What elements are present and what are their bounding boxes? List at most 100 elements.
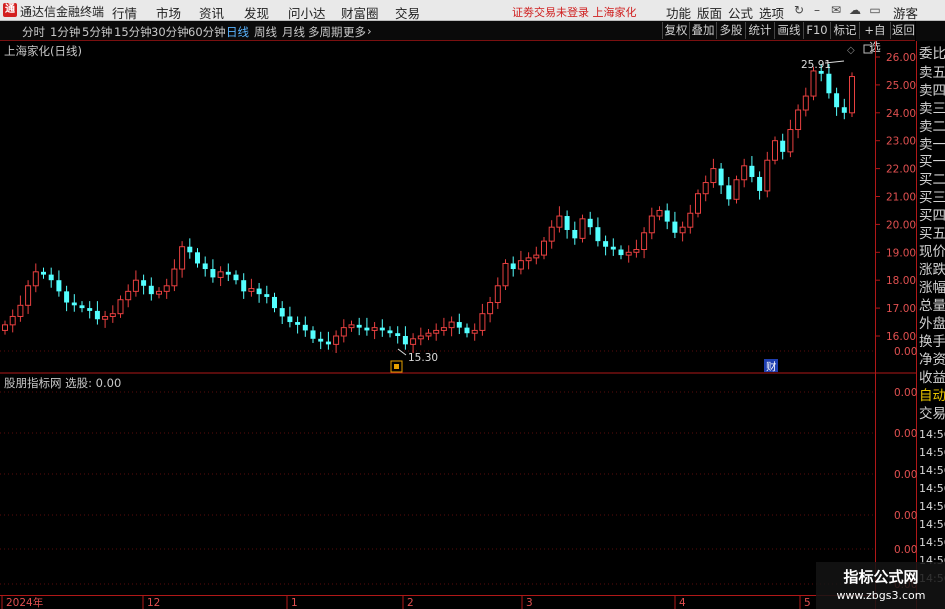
menu-zixun[interactable]: 资讯 (199, 3, 224, 22)
trade-time: 14:56 (919, 500, 945, 513)
menu-hangqing[interactable]: 行情 (112, 3, 137, 22)
biaoji-button[interactable]: 标记 (830, 22, 859, 39)
candle-body-down (818, 70, 824, 74)
candle-body-down (272, 296, 277, 309)
add-watchlist-button[interactable]: +自选 (859, 22, 890, 54)
candle-body-down (564, 216, 570, 230)
candle-body-up (125, 290, 132, 301)
cai-badge-text: 财 (766, 360, 777, 373)
period-60min[interactable]: 60分钟 (188, 24, 226, 40)
period-multi[interactable]: 多周期 (308, 24, 343, 40)
candle-body-down (672, 221, 678, 233)
candle-body-up (641, 232, 648, 251)
menu-wenxiaoda[interactable]: 问小达 (288, 3, 326, 22)
period-fenshi[interactable]: 分时 (22, 24, 45, 40)
candle-body-up (156, 290, 162, 295)
auto-trade-tab[interactable]: 自动 (919, 387, 945, 406)
candle-body-up (695, 193, 701, 214)
diamond-icon[interactable]: ◇ (847, 45, 855, 56)
candle-body-down (664, 210, 670, 222)
quote-pct: 涨幅 (919, 280, 945, 296)
menu-caifuquan[interactable]: 财富圈 (341, 3, 379, 22)
candle-body-down (48, 274, 54, 281)
candle-body-up (648, 215, 655, 234)
candle-body-up (772, 140, 778, 161)
indicator-title[interactable]: 股朋指标网 选股: 0.00 (4, 375, 121, 391)
candle-body-up (679, 226, 686, 234)
candle-body-down (841, 107, 847, 113)
period-more[interactable]: 更多 (343, 24, 366, 40)
candle-body-down (302, 324, 308, 331)
candle-body-down (256, 288, 262, 295)
mail-icon[interactable]: ✉ (829, 4, 843, 17)
time-tick-label: 1 (291, 597, 298, 609)
candle-body-up (533, 254, 540, 259)
back-button[interactable]: 返回 (890, 22, 916, 39)
candle-body-down (94, 310, 100, 320)
period-5min[interactable]: 5分钟 (82, 24, 112, 40)
candle-body-up (171, 268, 178, 287)
tongji-button[interactable]: 统计 (745, 22, 774, 39)
low-price-pointer (397, 348, 407, 356)
f10-button[interactable]: F10 (803, 22, 830, 39)
candle-body-down (41, 271, 46, 275)
huaxian-button[interactable]: 画线 (774, 22, 803, 39)
candle-body-up (102, 315, 109, 320)
indicator-tick-label: 0.00 (894, 428, 917, 440)
quote-buy4: 买四 (919, 208, 945, 224)
candle-body-up (849, 76, 855, 114)
price-tick-label: 21.00 (886, 192, 916, 204)
menu-gongshi[interactable]: 公式 (728, 3, 753, 22)
login-notice[interactable]: 证劵交易未登录 上海家化 (512, 4, 637, 20)
candle-body-down (71, 302, 77, 306)
period-monthly[interactable]: 月线 (282, 24, 305, 40)
period-daily[interactable]: 日线 (226, 24, 249, 40)
menu-xuanxiang[interactable]: 选项 (759, 3, 784, 22)
cloud-icon[interactable]: ☁ (848, 4, 862, 17)
chevron-right-icon[interactable]: › (367, 24, 372, 38)
candle-body-down (318, 338, 324, 342)
maximize-chart-icon[interactable] (863, 44, 873, 54)
menu-jiaoyi[interactable]: 交易 (395, 3, 420, 22)
minimize-icon[interactable]: – (810, 4, 824, 17)
candle-body-down (610, 246, 616, 250)
price-tick-label: 18.00 (886, 275, 916, 287)
window-icon[interactable]: ▭ (868, 4, 882, 17)
diejia-button[interactable]: 叠加 (689, 22, 716, 39)
period-1min[interactable]: 1分钟 (50, 24, 80, 40)
period-30min[interactable]: 30分钟 (151, 24, 189, 40)
stock-title[interactable]: 上海家化(日线) (4, 43, 82, 59)
candle-body-down (572, 229, 578, 239)
candle-body-up (625, 251, 632, 256)
duogu-button[interactable]: 多股 (716, 22, 745, 39)
guest-label[interactable]: 游客 (893, 3, 918, 22)
kline-chart[interactable]: 26.0025.0024.0023.0022.0021.0020.0019.00… (0, 41, 917, 609)
menu-gongneng[interactable]: 功能 (666, 3, 691, 22)
candle-body-down (225, 271, 231, 275)
candles-group (2, 63, 855, 354)
time-tick-label: 5 (804, 597, 811, 609)
candle-body-down (195, 252, 200, 264)
period-weekly[interactable]: 周线 (254, 24, 277, 40)
menu-banmian[interactable]: 版面 (697, 3, 722, 22)
candle-body-down (726, 185, 732, 200)
price-tick-label: 22.00 (886, 164, 916, 176)
candle-body-down (325, 341, 331, 345)
fuquan-button[interactable]: 复权 (662, 22, 689, 39)
candle-body-up (795, 109, 802, 131)
app-title: 通达信金融终端 (20, 5, 105, 19)
candle-body-up (687, 212, 694, 228)
indicator-grid (0, 350, 875, 585)
indicator-tick-label: 0.00 (894, 387, 917, 399)
menu-shichang[interactable]: 市场 (156, 3, 181, 22)
refresh-icon[interactable]: ↻ (792, 4, 806, 17)
menu-faxian[interactable]: 发现 (244, 3, 269, 22)
trade-time: 14:56 (919, 446, 945, 459)
price-tick-label: 23.00 (886, 136, 916, 148)
trade-time: 14:56 (919, 536, 945, 549)
quote-price: 现价 (919, 244, 945, 260)
period-15min[interactable]: 15分钟 (114, 24, 152, 40)
candle-body-up (517, 260, 524, 270)
trade-tab[interactable]: 交易 (919, 405, 945, 424)
candle-body-up (348, 324, 355, 329)
